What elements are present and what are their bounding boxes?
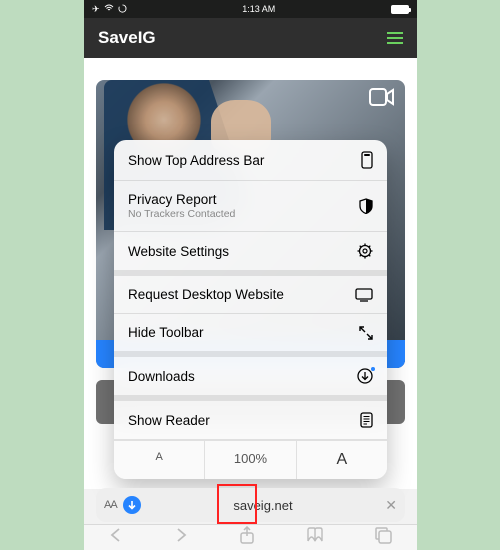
menu-website-settings[interactable]: Website Settings	[114, 232, 387, 276]
url-text: saveig.net	[141, 498, 386, 513]
forward-icon[interactable]	[174, 527, 188, 548]
tabs-icon[interactable]	[375, 527, 392, 549]
share-icon[interactable]	[239, 526, 255, 549]
address-bar[interactable]: AA saveig.net ✕	[96, 488, 405, 522]
battery-icon	[391, 5, 409, 14]
phone-frame: ✈ 1:13 AM SaveIG Show Top Ad	[84, 0, 417, 550]
video-icon	[369, 88, 395, 111]
site-title: SaveIG	[98, 28, 156, 48]
menu-downloads[interactable]: Downloads	[114, 357, 387, 401]
site-header: SaveIG	[84, 18, 417, 58]
clear-icon[interactable]: ✕	[385, 497, 397, 514]
download-icon	[357, 368, 373, 384]
aa-sheet: Show Top Address Bar Privacy Report No T…	[114, 140, 387, 479]
clock: 1:13 AM	[242, 4, 275, 14]
airplane-icon: ✈	[92, 4, 100, 15]
bottom-toolbar	[84, 524, 417, 550]
hamburger-icon[interactable]	[387, 32, 403, 44]
status-bar: ✈ 1:13 AM	[84, 0, 417, 18]
back-icon[interactable]	[109, 527, 123, 548]
expand-icon	[359, 326, 373, 340]
wifi-icon	[104, 4, 114, 14]
menu-hide-toolbar[interactable]: Hide Toolbar	[114, 314, 387, 357]
monitor-icon	[355, 288, 373, 302]
text-size-row: A 100% A	[114, 440, 387, 479]
text-smaller[interactable]: A	[114, 441, 205, 479]
menu-top-address[interactable]: Show Top Address Bar	[114, 140, 387, 181]
shield-icon	[359, 198, 373, 214]
text-larger[interactable]: A	[297, 441, 387, 479]
bookmarks-icon[interactable]	[306, 527, 324, 548]
menu-desktop[interactable]: Request Desktop Website	[114, 276, 387, 314]
gear-icon	[357, 243, 373, 259]
loading-icon	[118, 4, 127, 15]
text-zoom[interactable]: 100%	[205, 441, 296, 479]
menu-privacy[interactable]: Privacy Report No Trackers Contacted	[114, 181, 387, 232]
aa-button[interactable]: AA	[104, 499, 117, 511]
download-badge-icon[interactable]	[123, 496, 141, 514]
reader-icon	[360, 412, 373, 428]
phone-top-icon	[361, 151, 373, 169]
menu-reader[interactable]: Show Reader	[114, 401, 387, 440]
